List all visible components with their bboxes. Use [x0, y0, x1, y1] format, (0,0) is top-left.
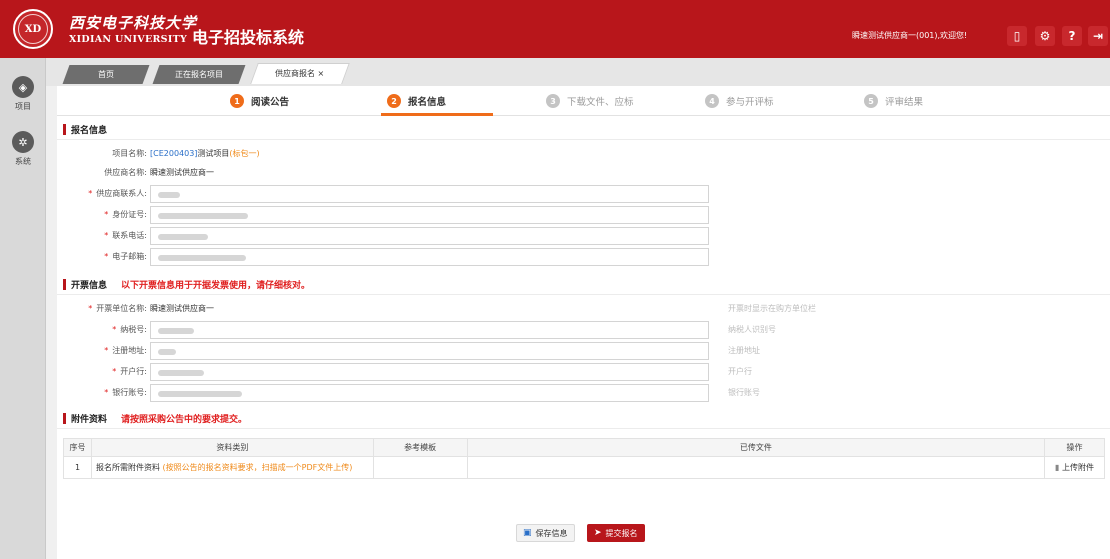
row-category: 报名所需附件资料 (按照公告的报名资料要求，扫描成一个PDF文件上传) [90, 456, 374, 479]
step-download-bid[interactable]: 3 下载文件、应标 [546, 86, 634, 116]
file-icon: ▮ [1055, 463, 1060, 472]
invoice-company-value: 瞬速测试供应商一 [150, 304, 214, 313]
invoice-company-hint: 开票时显示在购方单位栏 [728, 304, 816, 313]
row-number: 1 [63, 456, 92, 479]
id-number-input[interactable] [150, 206, 709, 224]
university-name-en: XIDIAN UNIVERSITY [69, 34, 188, 45]
table-row: 1 报名所需附件资料 (按照公告的报名资料要求，扫描成一个PDF文件上传) ▮ … [63, 456, 1105, 479]
system-title: 电子招投标系统 [192, 28, 305, 47]
project-name-value: [CE200403]测试项目(标包一) [150, 149, 260, 158]
save-icon: ▣ [523, 528, 532, 538]
phone-icon[interactable]: ▯ [1007, 26, 1027, 46]
gear-icon: ✲ [12, 131, 34, 153]
phone-label: * 联系电话: [104, 231, 147, 240]
bank-hint: 开户行 [728, 367, 752, 376]
column-header: 参考模板 [372, 438, 468, 457]
column-header: 操作 [1044, 438, 1105, 457]
supplier-name-label: 供应商名称: [104, 168, 147, 177]
help-icon[interactable]: ? [1062, 26, 1082, 46]
column-header: 序号 [63, 438, 92, 457]
account-input[interactable] [150, 384, 709, 402]
tax-number-input[interactable] [150, 321, 709, 339]
invoice-section-header: 开票信息 以下开票信息用于开据发票使用，请仔细核对。 [63, 277, 310, 291]
tabs-bar: 首页 正在报名项目 供应商报名 × [46, 58, 1110, 86]
table-header-row: 序号 资料类别 参考模板 已传文件 操作 [63, 438, 1105, 457]
account-label: * 银行账号: [104, 388, 147, 397]
address-hint: 注册地址 [728, 346, 760, 355]
project-code-link[interactable]: [CE200403] [150, 149, 197, 158]
email-label: * 电子邮箱: [104, 252, 147, 261]
contact-input[interactable] [150, 185, 709, 203]
tab-supplier-registration[interactable]: 供应商报名 × [250, 63, 350, 84]
column-header: 已传文件 [466, 438, 1046, 457]
bank-label: * 开户行: [112, 367, 147, 376]
address-label: * 注册地址: [104, 346, 147, 355]
invoice-company-label: * 开票单位名称: [88, 304, 147, 313]
attachments-note: 请按照采购公告中的要求提交。 [121, 414, 248, 425]
main-panel: 1 阅读公告 2 报名信息 3 下载文件、应标 4 参与开评标 5 评审结果 报… [57, 86, 1110, 559]
email-input[interactable] [150, 248, 709, 266]
progress-steps: 1 阅读公告 2 报名信息 3 下载文件、应标 4 参与开评标 5 评审结果 [57, 86, 1110, 116]
attachments-table: 序号 资料类别 参考模板 已传文件 操作 1 报名所需附件资料 (按照公告的报名… [63, 438, 1105, 479]
project-name-label: 项目名称: [112, 149, 147, 158]
invoice-note: 以下开票信息用于开据发票使用，请仔细核对。 [121, 280, 311, 291]
send-icon: ➤ [594, 528, 602, 538]
university-name-cn: 西安电子科技大学 [69, 14, 198, 32]
submit-button[interactable]: ➤ 提交报名 [587, 524, 645, 542]
step-read-notice[interactable]: 1 阅读公告 [230, 86, 289, 116]
step-bid-evaluation[interactable]: 4 参与开评标 [705, 86, 774, 116]
account-hint: 银行账号 [728, 388, 760, 397]
active-step-underline [381, 113, 493, 116]
settings-icon[interactable]: ⚙ [1035, 26, 1055, 46]
tax-number-label: * 纳税号: [112, 325, 147, 334]
upload-attachment-button[interactable]: ▮ 上传附件 [1044, 456, 1105, 479]
row-template [372, 456, 468, 479]
left-sidebar: ◈ 项目 ✲ 系统 [0, 58, 46, 559]
attachments-section-header: 附件资料 请按照采购公告中的要求提交。 [63, 411, 247, 425]
address-input[interactable] [150, 342, 709, 360]
sidebar-item-project[interactable]: ◈ 项目 [0, 76, 46, 112]
university-emblem: XD [13, 9, 53, 49]
tax-number-hint: 纳税人识别号 [728, 325, 776, 334]
logout-icon[interactable]: ⇥ [1088, 26, 1108, 46]
sidebar-item-label: 项目 [15, 102, 31, 111]
save-button[interactable]: ▣ 保存信息 [516, 524, 575, 542]
tab-home[interactable]: 首页 [62, 65, 150, 84]
app-header: XD 西安电子科技大学 XIDIAN UNIVERSITY 电子招投标系统 瞬速… [0, 0, 1110, 58]
emblem-text: XD [18, 14, 48, 44]
id-number-label: * 身份证号: [104, 210, 147, 219]
supplier-name-value: 瞬速测试供应商一 [150, 168, 214, 177]
layers-icon: ◈ [12, 76, 34, 98]
row-uploaded [466, 456, 1046, 479]
column-header: 资料类别 [90, 438, 374, 457]
bank-input[interactable] [150, 363, 709, 381]
sidebar-item-system[interactable]: ✲ 系统 [0, 131, 46, 167]
tab-registering-projects[interactable]: 正在报名项目 [152, 65, 246, 84]
step-registration-info[interactable]: 2 报名信息 [387, 86, 446, 116]
welcome-text: 瞬速测试供应商一(001),欢迎您! [852, 31, 968, 40]
step-review-result[interactable]: 5 评审结果 [864, 86, 923, 116]
contact-label: * 供应商联系人: [88, 189, 147, 198]
phone-input[interactable] [150, 227, 709, 245]
registration-section-header: 报名信息 [63, 122, 107, 136]
sidebar-item-label: 系统 [15, 157, 31, 166]
